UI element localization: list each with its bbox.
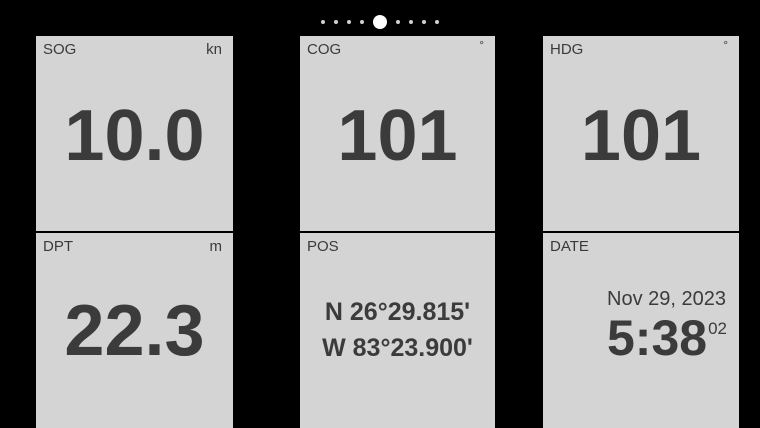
time-value: 5:38: [607, 310, 708, 366]
page-dot[interactable]: [409, 20, 413, 24]
hdg-label: HDG: [550, 41, 584, 58]
dpt-value: 22.3: [64, 291, 205, 371]
position-readout: N 26°29.815' W 83°23.900': [300, 294, 495, 366]
pos-tile[interactable]: POS N 26°29.815' W 83°23.900': [300, 233, 495, 428]
cog-label: COG: [307, 41, 342, 58]
hdg-unit: °: [723, 38, 728, 52]
pos-label: POS: [307, 238, 339, 255]
dpt-label: DPT: [43, 238, 73, 255]
page-dot[interactable]: [360, 20, 364, 24]
page-dot[interactable]: [422, 20, 426, 24]
page-dot-active[interactable]: [373, 15, 387, 29]
dpt-tile[interactable]: DPT m 22.3: [36, 233, 233, 428]
hdg-value: 101: [580, 96, 702, 176]
seconds-value: 02: [708, 319, 727, 338]
sog-unit: kn: [206, 41, 222, 58]
dpt-unit: m: [209, 238, 223, 255]
sog-value: 10.0: [64, 96, 205, 176]
date-label: DATE: [550, 238, 589, 255]
page-dot[interactable]: [347, 20, 351, 24]
cog-value: 101: [337, 96, 458, 176]
sog-tile[interactable]: SOG kn 10.0: [36, 36, 233, 231]
page-dot[interactable]: [321, 20, 325, 24]
longitude-value: W 83°23.900': [322, 334, 473, 362]
hdg-tile[interactable]: HDG ° 101: [543, 36, 739, 231]
date-tile[interactable]: DATE Nov 29, 2023 5:3802: [543, 233, 739, 428]
latitude-value: N 26°29.815': [324, 298, 471, 326]
page-dots: [321, 15, 439, 29]
cog-tile[interactable]: COG ° 101: [300, 36, 495, 231]
sog-label: SOG: [43, 41, 77, 58]
cog-unit: °: [479, 38, 484, 52]
page-dot[interactable]: [396, 20, 400, 24]
page-dot[interactable]: [334, 20, 338, 24]
page-indicator[interactable]: [0, 14, 760, 30]
page-dot[interactable]: [435, 20, 439, 24]
date-value: Nov 29, 2023: [607, 288, 726, 310]
time-readout: 5:3802: [607, 313, 727, 363]
